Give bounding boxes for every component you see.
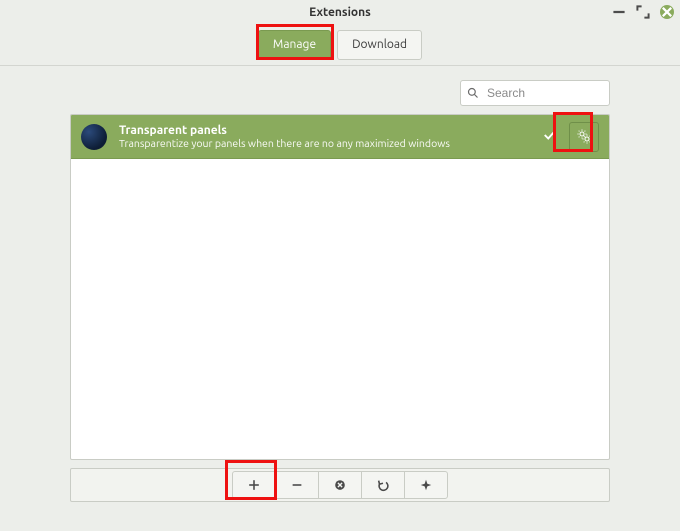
- extension-icon: [81, 124, 107, 150]
- more-button[interactable]: [404, 471, 448, 499]
- window-controls: [612, 0, 674, 24]
- search-icon: [467, 87, 479, 99]
- extension-description: Transparentize your panels when there ar…: [119, 137, 527, 149]
- add-button[interactable]: [232, 471, 276, 499]
- search-input[interactable]: [485, 85, 603, 101]
- tab-label: Download: [352, 38, 407, 51]
- maximize-button[interactable]: [636, 5, 650, 19]
- extension-text: Transparent panels Transparentize your p…: [119, 124, 527, 150]
- tab-download[interactable]: Download: [337, 30, 422, 60]
- search-row: [0, 66, 680, 114]
- plus-icon: [247, 478, 261, 492]
- undo-button[interactable]: [361, 471, 405, 499]
- extension-actions: [539, 122, 599, 152]
- tabs-toolbar: Manage Download: [0, 24, 680, 66]
- close-icon: [660, 5, 674, 19]
- disable-button[interactable]: [318, 471, 362, 499]
- minimize-icon: [612, 5, 626, 19]
- sparkle-icon: [419, 478, 433, 492]
- extension-title: Transparent panels: [119, 124, 527, 138]
- tab-label: Manage: [273, 38, 316, 51]
- gear-icon: [577, 129, 592, 144]
- extensions-list: Transparent panels Transparentize your p…: [70, 114, 610, 460]
- close-button[interactable]: [660, 5, 674, 19]
- enabled-check-icon: [539, 128, 561, 145]
- titlebar: Extensions: [0, 0, 680, 24]
- window-title: Extensions: [309, 6, 371, 19]
- x-circle-icon: [333, 478, 347, 492]
- extension-row[interactable]: Transparent panels Transparentize your p…: [71, 115, 609, 159]
- tab-manage[interactable]: Manage: [258, 30, 331, 60]
- extension-settings-button[interactable]: [569, 122, 599, 152]
- action-buttons: [232, 471, 448, 499]
- maximize-icon: [636, 5, 650, 19]
- undo-icon: [376, 478, 390, 492]
- minus-icon: [290, 478, 304, 492]
- search-box[interactable]: [460, 80, 610, 106]
- remove-button[interactable]: [275, 471, 319, 499]
- action-bar: [70, 468, 610, 502]
- minimize-button[interactable]: [612, 5, 626, 19]
